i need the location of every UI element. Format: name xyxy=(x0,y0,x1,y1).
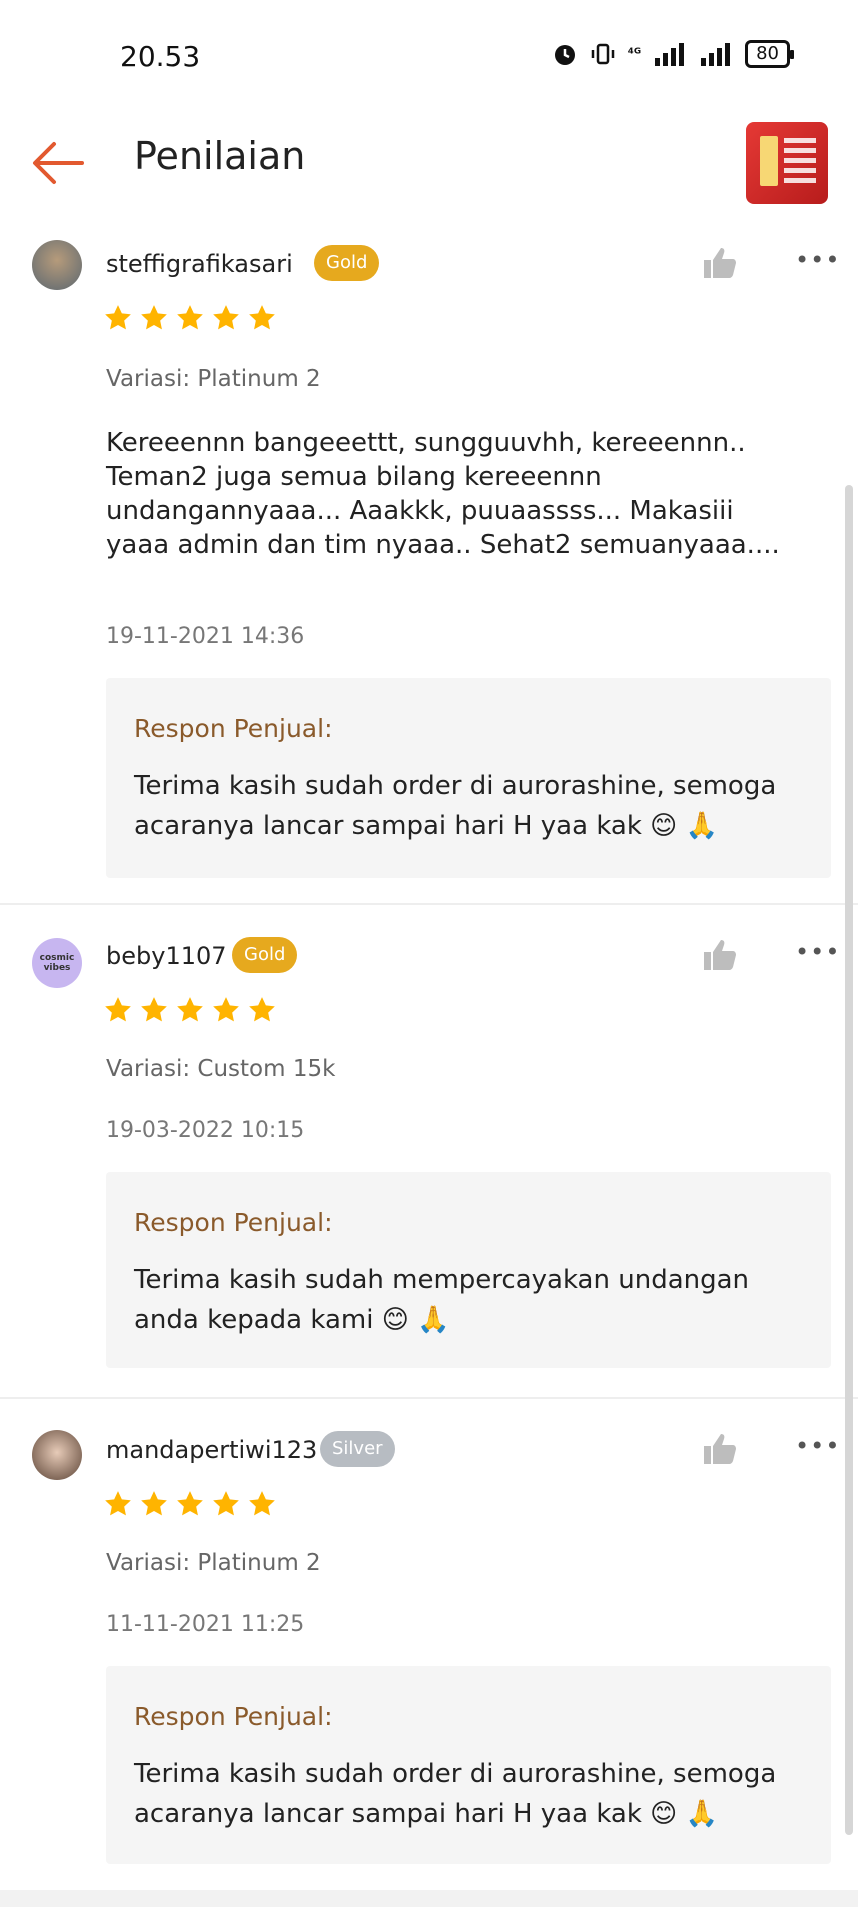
response-title: Respon Penjual: xyxy=(134,1208,333,1237)
star-icon xyxy=(249,1491,275,1516)
divider xyxy=(0,903,858,905)
product-thumbnail[interactable] xyxy=(746,122,828,204)
response-title: Respon Penjual: xyxy=(134,1702,333,1731)
avatar: cosmic vibes xyxy=(32,938,82,988)
star-icon xyxy=(177,1491,203,1516)
status-icons: ⁴ᴳ 80 xyxy=(552,40,794,68)
alarm-icon xyxy=(554,45,575,65)
star-icon xyxy=(177,997,203,1022)
divider xyxy=(0,1397,858,1399)
app-header: Penilaian xyxy=(0,110,858,220)
review-item: mandapertiwi123 Silver ••• Variasi: Plat… xyxy=(0,1404,858,1894)
avatar xyxy=(32,1430,82,1480)
response-text: Terima kasih sudah mempercayakan undanga… xyxy=(134,1265,750,1335)
variant-label: Variasi: Platinum 2 xyxy=(106,366,321,392)
thumbs-up-icon[interactable] xyxy=(702,1432,738,1466)
scrollbar[interactable] xyxy=(845,485,853,1835)
rating-stars xyxy=(104,1490,276,1518)
vibrate-icon xyxy=(591,43,614,65)
review-comment: Kereeennn bangeeettt, sungguuvhh, kereee… xyxy=(106,428,780,560)
star-icon xyxy=(249,305,275,330)
bottom-edge xyxy=(0,1890,858,1907)
thumbs-up-icon[interactable] xyxy=(702,938,738,972)
star-icon xyxy=(141,1491,167,1516)
star-icon xyxy=(105,1491,131,1516)
signal-icon xyxy=(655,43,685,66)
star-icon xyxy=(213,1491,239,1516)
star-icon xyxy=(105,305,131,330)
back-arrow-icon[interactable] xyxy=(30,138,86,188)
battery-icon: 80 xyxy=(745,40,794,68)
reviewer-username: beby1107 xyxy=(106,942,227,970)
review-item: cosmic vibes beby1107 Gold ••• Variasi: C… xyxy=(0,910,858,1400)
signal-icon-2 xyxy=(701,43,731,66)
more-options-icon[interactable]: ••• xyxy=(795,1432,840,1460)
review-date: 19-11-2021 14:36 xyxy=(106,624,305,649)
seller-response: Respon Penjual: Terima kasih sudah order… xyxy=(106,1666,831,1864)
tier-badge: Gold xyxy=(314,245,380,281)
review-date: 19-03-2022 10:15 xyxy=(106,1118,305,1143)
avatar xyxy=(32,240,82,290)
response-title: Respon Penjual: xyxy=(134,714,333,743)
thumbs-up-icon[interactable] xyxy=(702,246,738,280)
response-text: Terima kasih sudah order di aurorashine,… xyxy=(134,1759,777,1829)
rating-stars xyxy=(104,996,276,1024)
tier-badge: Silver xyxy=(320,1431,395,1467)
response-text: Terima kasih sudah order di aurorashine,… xyxy=(134,771,777,841)
battery-level: 80 xyxy=(756,43,779,64)
star-icon xyxy=(213,997,239,1022)
star-icon xyxy=(213,305,239,330)
reviewer-username: mandapertiwi123 xyxy=(106,1436,318,1464)
seller-response: Respon Penjual: Terima kasih sudah order… xyxy=(106,678,831,878)
more-options-icon[interactable]: ••• xyxy=(795,938,840,966)
seller-response: Respon Penjual: Terima kasih sudah mempe… xyxy=(106,1172,831,1368)
tier-badge: Gold xyxy=(232,937,298,973)
star-icon xyxy=(249,997,275,1022)
network-type: ⁴ᴳ xyxy=(627,46,642,62)
more-options-icon[interactable]: ••• xyxy=(795,246,840,274)
review-date: 11-11-2021 11:25 xyxy=(106,1612,305,1637)
status-bar: 20.53 ⁴ᴳ 80 xyxy=(0,0,858,110)
review-item: steffigrafikasari Gold ••• Variasi: Plat… xyxy=(0,220,858,910)
reviewer-username: steffigrafikasari xyxy=(106,250,293,278)
star-icon xyxy=(141,997,167,1022)
star-icon xyxy=(105,997,131,1022)
star-icon xyxy=(141,305,167,330)
variant-label: Variasi: Custom 15k xyxy=(106,1056,336,1082)
star-icon xyxy=(177,305,203,330)
rating-stars xyxy=(104,304,276,332)
variant-label: Variasi: Platinum 2 xyxy=(106,1550,321,1576)
status-time: 20.53 xyxy=(120,40,201,73)
page-title: Penilaian xyxy=(134,134,306,178)
